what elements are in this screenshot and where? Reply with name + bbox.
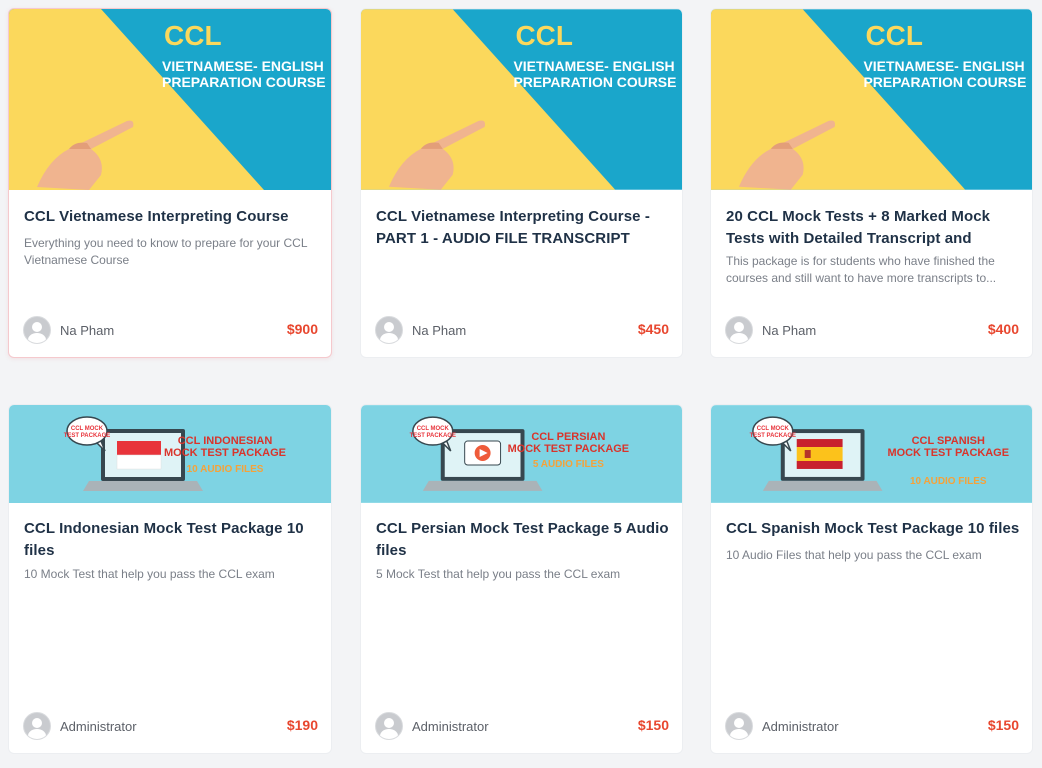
course-author[interactable]: Na Pham [375,316,466,344]
avatar [725,316,753,344]
indonesia-flag-icon [116,441,162,470]
svg-text:CCL: CCL [866,20,923,51]
avatar [375,712,403,740]
course-title[interactable]: CCL Vietnamese Interpreting Course - PAR… [376,206,670,250]
course-price: $190 [286,717,318,733]
course-author[interactable]: Administrator [23,712,137,740]
author-name: Administrator [412,718,489,734]
course-thumbnail[interactable]: CCL VIETNAMESE- ENGLISH PREPARATION COUR… [711,9,1032,190]
svg-text:VIETNAMESE- ENGLISH: VIETNAMESE- ENGLISH [864,58,1025,74]
svg-text:10 AUDIO FILES: 10 AUDIO FILES [187,464,264,475]
course-card[interactable]: CCL MOCK TEST PACKAGE CCL INDONESIAN MOC… [8,404,332,754]
course-author[interactable]: Administrator [375,712,489,740]
course-author[interactable]: Na Pham [725,316,816,344]
svg-text:CCL MOCK: CCL MOCK [71,426,104,432]
course-grid: CCL VIETNAMESE- ENGLISH PREPARATION COUR… [0,0,1042,768]
avatar [725,712,753,740]
course-author[interactable]: Na Pham [23,316,114,344]
course-author[interactable]: Administrator [725,712,839,740]
course-description: 10 Audio Files that help you pass the CC… [726,548,982,562]
course-thumbnail[interactable]: CCL VIETNAMESE- ENGLISH PREPARATION COUR… [361,9,682,190]
svg-text:CCL: CCL [516,20,573,51]
author-name: Na Pham [762,322,817,338]
author-name: Administrator [762,718,839,734]
svg-text:MOCK TEST PACKAGE: MOCK TEST PACKAGE [508,443,630,455]
course-description: This package is for students who have fi… [726,254,997,285]
svg-text:CCL SPANISH: CCL SPANISH [912,435,985,447]
svg-text:VIETNAMESE- ENGLISH: VIETNAMESE- ENGLISH [514,58,675,74]
svg-text:CCL INDONESIAN: CCL INDONESIAN [178,435,273,447]
course-thumbnail[interactable]: CCL MOCK TEST PACKAGE CCL PERSIAN MOCK T… [361,405,682,503]
author-name: Na Pham [412,322,467,338]
course-description: 5 Mock Test that help you pass the CCL e… [376,567,621,581]
svg-text:CCL PERSIAN: CCL PERSIAN [531,431,605,443]
course-title[interactable]: CCL Persian Mock Test Package 5 Audio fi… [376,518,670,562]
course-card[interactable]: CCL MOCK TEST PACKAGE CCL SPANISH MOCK T… [710,404,1033,754]
course-card[interactable]: CCL VIETNAMESE- ENGLISH PREPARATION COUR… [8,8,332,358]
course-title[interactable]: 20 CCL Mock Tests + 8 Marked Mock Tests … [726,206,1020,250]
course-card[interactable]: CCL VIETNAMESE- ENGLISH PREPARATION COUR… [710,8,1033,358]
course-title[interactable]: CCL Vietnamese Interpreting Course [24,206,319,228]
course-title[interactable]: CCL Spanish Mock Test Package 10 files [726,518,1020,540]
svg-text:TEST PACKAGE: TEST PACKAGE [750,433,796,439]
svg-text:PREPARATION COURSE: PREPARATION COURSE [864,74,1027,90]
svg-text:TEST PACKAGE: TEST PACKAGE [410,433,456,439]
banner-ccl: CCL [164,20,222,51]
author-name: Administrator [60,718,137,734]
course-price: $400 [987,321,1019,337]
course-card[interactable]: CCL MOCK TEST PACKAGE CCL PERSIAN MOCK T… [360,404,683,754]
course-description: 10 Mock Test that help you pass the CCL … [24,567,275,581]
course-description: Everything you need to know to prepare f… [24,236,308,267]
svg-text:10 AUDIO FILES: 10 AUDIO FILES [910,476,987,487]
svg-text:CCL MOCK: CCL MOCK [757,426,790,432]
svg-text:MOCK TEST PACKAGE: MOCK TEST PACKAGE [164,447,286,459]
course-price: $150 [987,717,1019,733]
svg-text:PREPARATION COURSE: PREPARATION COURSE [162,74,326,90]
svg-text:TEST PACKAGE: TEST PACKAGE [64,433,111,439]
course-price: $150 [637,717,669,733]
course-thumbnail[interactable]: CCL VIETNAMESE- ENGLISH PREPARATION COUR… [9,9,331,190]
course-thumbnail[interactable]: CCL MOCK TEST PACKAGE CCL SPANISH MOCK T… [711,405,1032,503]
course-price: $900 [286,321,318,337]
svg-text:VIETNAMESE- ENGLISH: VIETNAMESE- ENGLISH [162,58,324,74]
course-price: $450 [637,321,669,337]
avatar [375,316,403,344]
svg-text:CCL MOCK: CCL MOCK [417,426,450,432]
svg-text:PREPARATION COURSE: PREPARATION COURSE [514,74,677,90]
avatar [23,316,51,344]
author-name: Na Pham [60,322,115,338]
avatar [23,712,51,740]
course-card[interactable]: CCL VIETNAMESE- ENGLISH PREPARATION COUR… [360,8,683,358]
svg-text:5 AUDIO FILES: 5 AUDIO FILES [533,459,604,470]
svg-text:MOCK TEST PACKAGE: MOCK TEST PACKAGE [888,447,1010,459]
spain-flag-icon [796,439,843,469]
course-thumbnail[interactable]: CCL MOCK TEST PACKAGE CCL INDONESIAN MOC… [9,405,331,503]
course-title[interactable]: CCL Indonesian Mock Test Package 10 file… [24,518,319,562]
play-icon [464,440,502,466]
